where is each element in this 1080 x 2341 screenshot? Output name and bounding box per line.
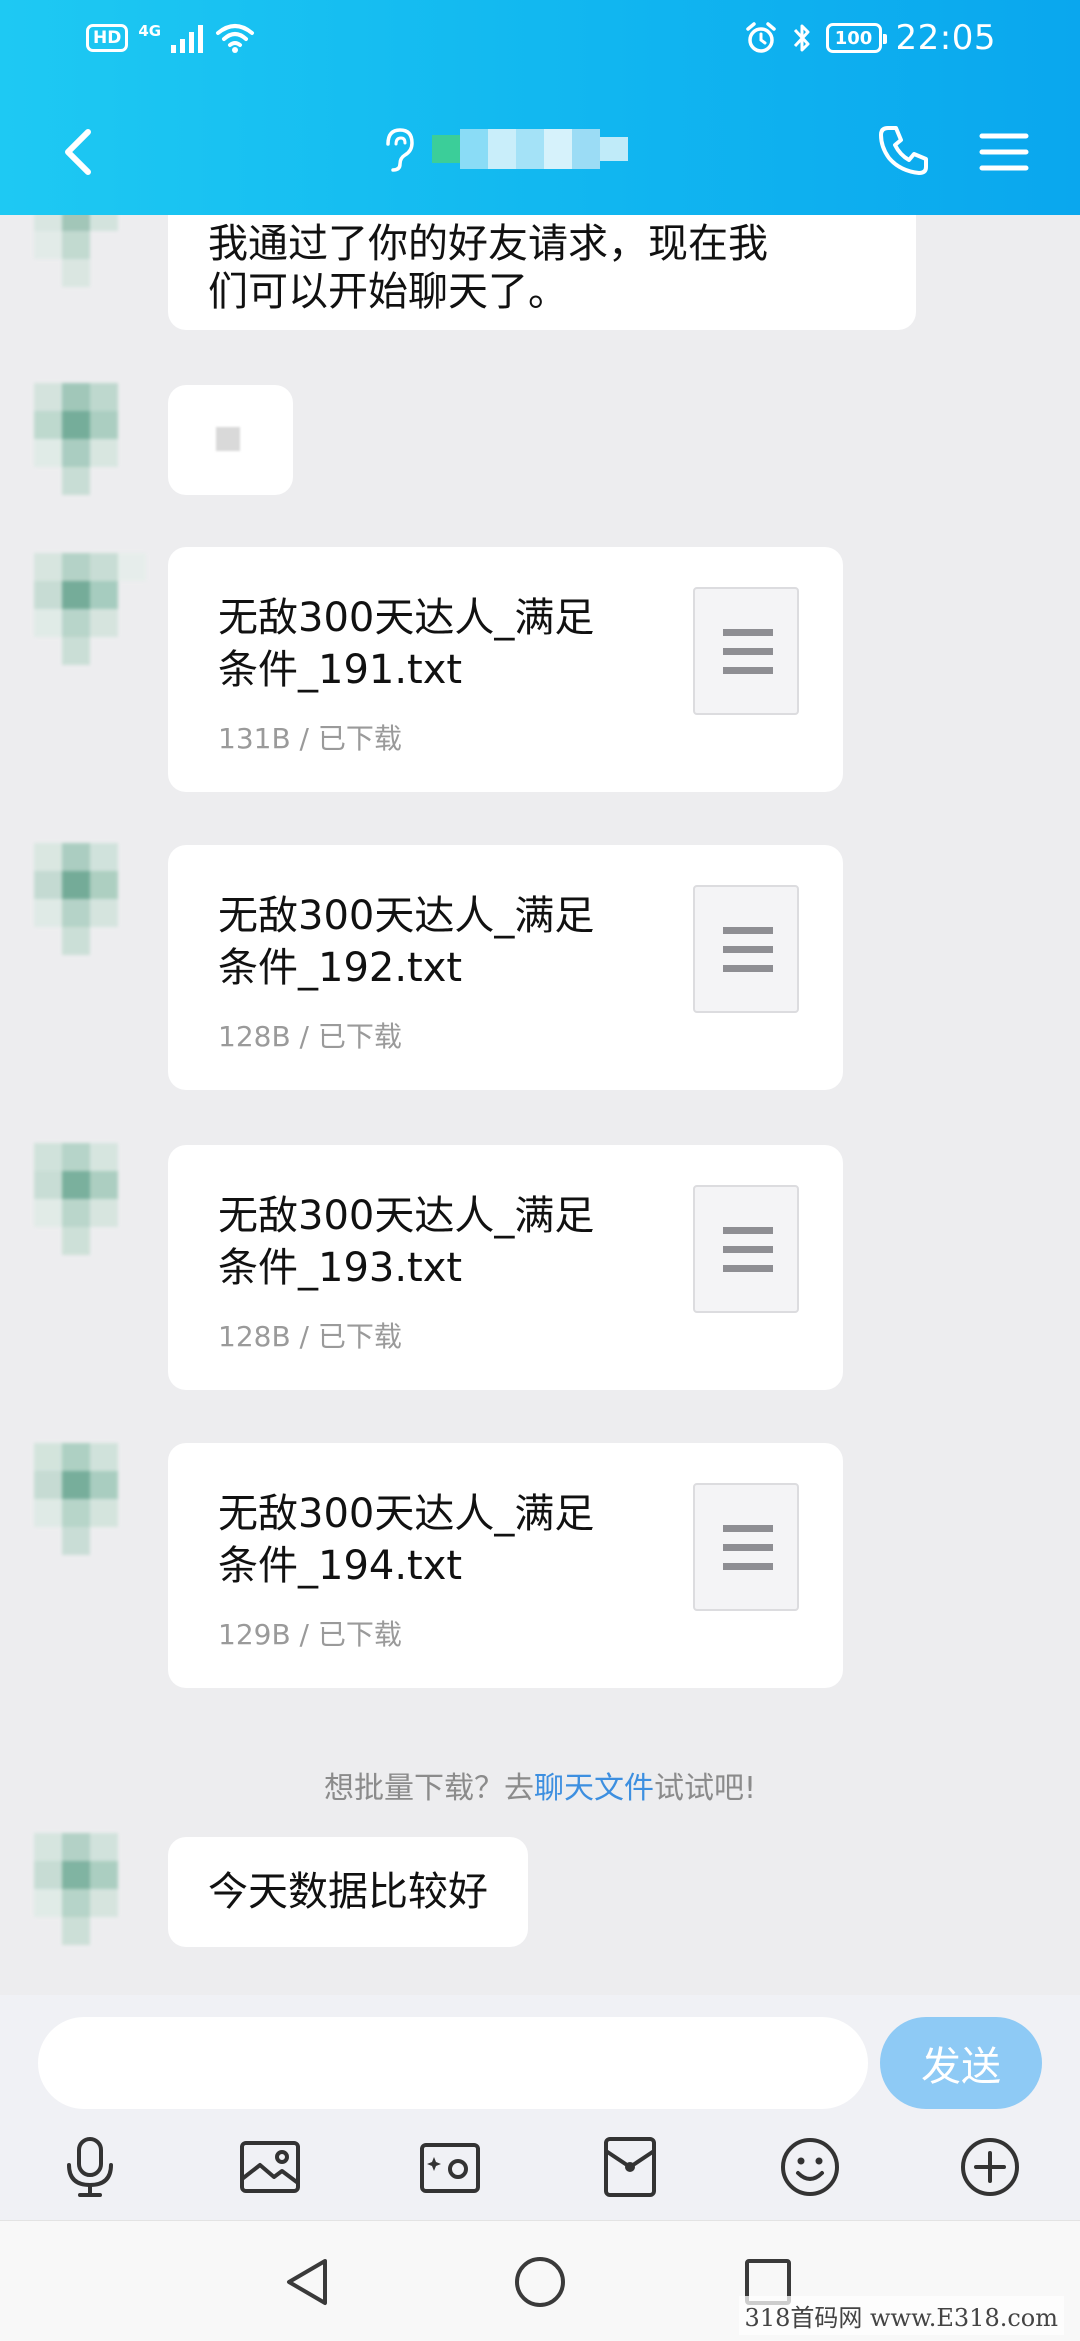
hint-suffix: 试试吧! — [653, 1771, 757, 1806]
status-bar: HD 4G 100 22:05 — [0, 0, 1080, 80]
red-packet-button[interactable] — [590, 2127, 670, 2207]
file-name-line: 无敌300天达人_满足 — [218, 1193, 595, 1239]
emoji-button[interactable] — [770, 2127, 850, 2207]
emoji-icon — [781, 2138, 839, 2196]
batch-download-hint: 想批量下载？去聊天文件试试吧! — [0, 1763, 1080, 1807]
circle-home-icon — [515, 2257, 565, 2307]
message-input[interactable] — [38, 2017, 868, 2109]
text-lines-icon — [723, 1227, 773, 1272]
file-message[interactable]: 无敌300天达人_满足 条件_191.txt 131B / 已下载 — [168, 547, 843, 792]
txt-file-icon — [693, 1185, 799, 1313]
file-message[interactable]: 无敌300天达人_满足 条件_194.txt 129B / 已下载 — [168, 1443, 843, 1688]
file-name: 无敌300天达人_满足 条件_194.txt — [218, 1488, 658, 1592]
text-message[interactable]: 我通过了你的好友请求，现在我 们可以开始聊天了。 — [168, 215, 916, 330]
contact-avatar[interactable] — [34, 215, 146, 287]
contact-avatar[interactable] — [34, 1143, 146, 1255]
file-size-status: 131B / 已下载 — [218, 722, 402, 755]
bluetooth-icon — [793, 24, 810, 52]
plus-icon — [961, 2138, 1019, 2196]
text-lines-icon — [723, 1525, 773, 1570]
status-time: 22:05 — [895, 18, 996, 58]
message-text-line: 我通过了你的好友请求，现在我 — [208, 221, 768, 267]
txt-file-icon — [693, 885, 799, 1013]
system-navigation-bar: 318首码网 www.E318.com — [0, 2220, 1080, 2341]
image-message-redacted[interactable] — [168, 385, 293, 495]
file-size-status: 128B / 已下载 — [218, 1320, 402, 1353]
send-button[interactable]: 发送 — [880, 2017, 1042, 2109]
battery-indicator: 100 — [825, 23, 887, 53]
photo-album-button[interactable] — [230, 2127, 310, 2207]
back-button[interactable] — [50, 122, 110, 182]
contact-avatar[interactable] — [34, 1443, 146, 1555]
file-name: 无敌300天达人_满足 条件_191.txt — [218, 592, 658, 696]
file-name-line: 无敌300天达人_满足 — [218, 1491, 595, 1537]
file-name-line: 条件_194.txt — [218, 1543, 463, 1589]
alarm-icon — [745, 22, 776, 53]
contact-avatar[interactable] — [34, 1833, 146, 1945]
file-name-line: 无敌300天达人_满足 — [218, 893, 595, 939]
hd-badge: HD — [86, 24, 129, 52]
red-packet-icon — [604, 2137, 656, 2197]
message-text: 今天数据比较好 — [208, 1869, 488, 1915]
txt-file-icon — [693, 1483, 799, 1611]
phone-icon — [879, 126, 928, 175]
system-back-button[interactable] — [273, 2247, 343, 2317]
battery-level: 100 — [834, 27, 873, 49]
hint-prefix: 想批量下载？去 — [323, 1771, 534, 1806]
contact-avatar[interactable] — [34, 383, 146, 495]
file-name-line: 条件_191.txt — [218, 647, 463, 693]
text-message[interactable]: 今天数据比较好 — [168, 1837, 528, 1947]
more-actions-button[interactable] — [950, 2127, 1030, 2207]
status-left: HD 4G — [86, 22, 255, 54]
triangle-back-icon — [287, 2259, 327, 2305]
contact-title[interactable] — [378, 124, 628, 174]
site-watermark: 318首码网 www.E318.com — [738, 2296, 1064, 2335]
network-type: 4G — [138, 22, 162, 40]
wifi-icon — [216, 24, 255, 53]
microphone-icon — [67, 2137, 113, 2197]
chat-header: HD 4G 100 22:05 — [0, 0, 1080, 215]
chevron-left-icon — [65, 129, 91, 175]
text-lines-icon — [723, 927, 773, 972]
chat-navbar — [0, 100, 1080, 200]
file-size-status: 128B / 已下载 — [218, 1020, 402, 1053]
hamburger-menu-icon — [979, 133, 1029, 171]
file-name: 无敌300天达人_满足 条件_192.txt — [218, 890, 658, 994]
signal-icon — [171, 25, 204, 53]
earpiece-mode-icon — [386, 128, 414, 172]
input-toolbar — [0, 2127, 1080, 2207]
contact-avatar[interactable] — [34, 553, 146, 665]
contact-name-redacted — [432, 129, 628, 169]
image-icon — [240, 2141, 300, 2193]
camera-button[interactable] — [410, 2127, 490, 2207]
message-list[interactable]: 我通过了你的好友请求，现在我 们可以开始聊天了。 无敌300天达人_满足 条件_… — [0, 215, 1080, 1995]
file-name: 无敌300天达人_满足 条件_193.txt — [218, 1190, 658, 1294]
voice-call-button[interactable] — [874, 120, 934, 180]
more-menu-button[interactable] — [974, 122, 1034, 182]
input-bar: 发送 — [0, 1995, 1080, 2220]
voice-input-button[interactable] — [50, 2127, 130, 2207]
file-message[interactable]: 无敌300天达人_满足 条件_193.txt 128B / 已下载 — [168, 1145, 843, 1390]
file-name-line: 条件_193.txt — [218, 1245, 463, 1291]
redacted-image — [216, 427, 240, 451]
contact-avatar[interactable] — [34, 843, 146, 955]
status-right: 100 22:05 — [744, 18, 996, 58]
file-message[interactable]: 无敌300天达人_满足 条件_192.txt 128B / 已下载 — [168, 845, 843, 1090]
text-lines-icon — [723, 629, 773, 674]
message-text-line: 们可以开始聊天了。 — [208, 269, 568, 315]
system-home-button[interactable] — [505, 2247, 575, 2317]
camera-icon — [420, 2143, 480, 2193]
file-size-status: 129B / 已下载 — [218, 1618, 402, 1651]
file-name-line: 条件_192.txt — [218, 945, 463, 991]
chat-files-link[interactable]: 聊天文件 — [534, 1771, 654, 1806]
file-name-line: 无敌300天达人_满足 — [218, 595, 595, 641]
txt-file-icon — [693, 587, 799, 715]
